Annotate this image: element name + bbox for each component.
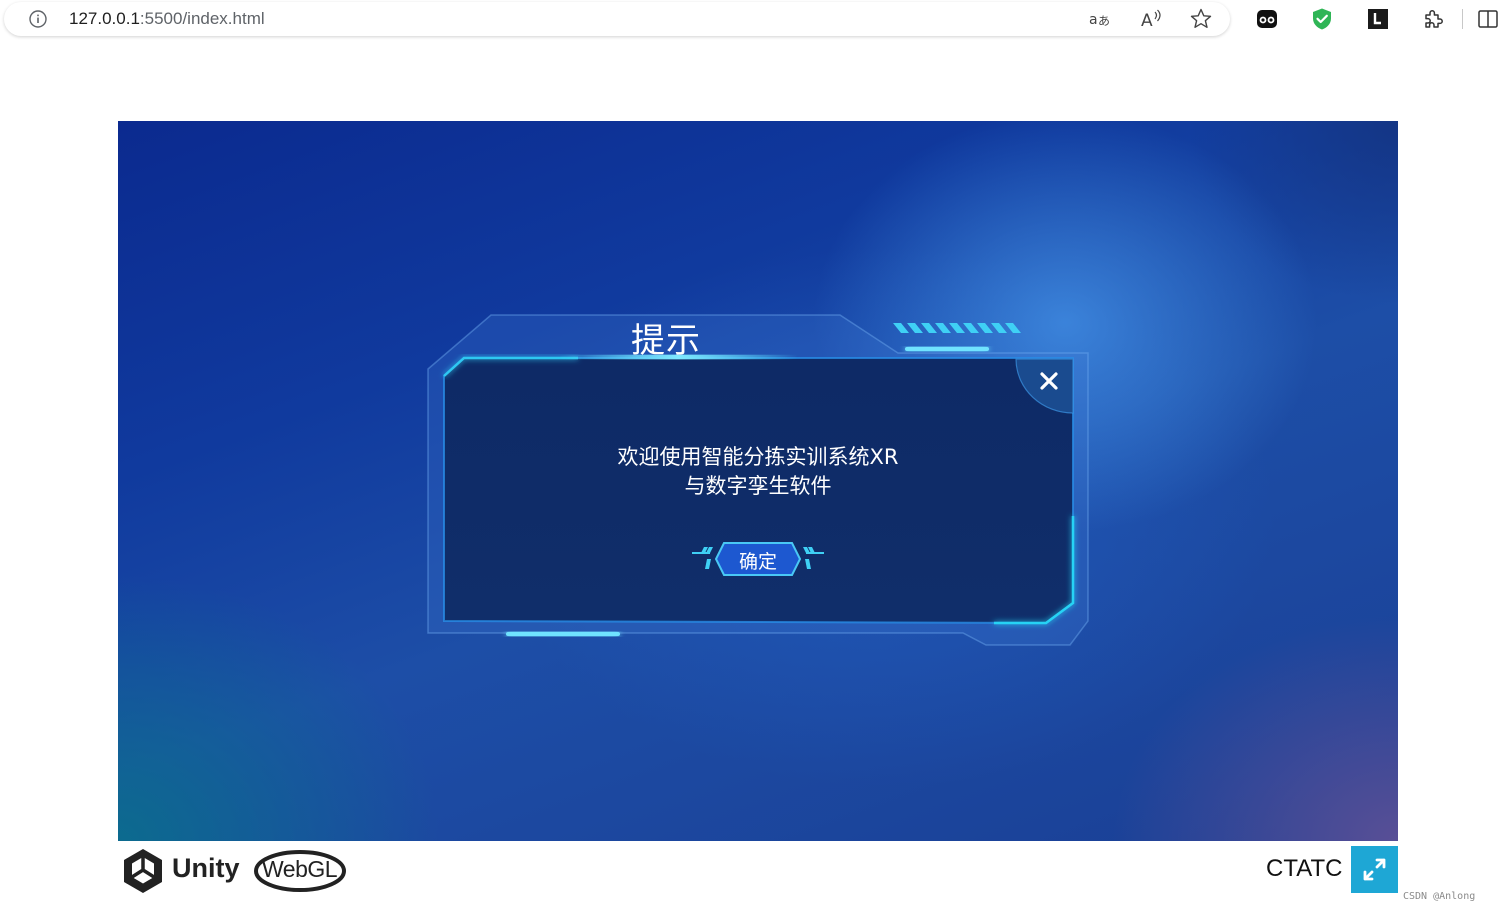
dialog-title: 提示 <box>631 321 701 361</box>
extension-shield-icon[interactable] <box>1310 7 1334 31</box>
close-icon <box>1040 372 1058 390</box>
favorite-star-icon[interactable] <box>1189 7 1213 31</box>
info-icon[interactable] <box>29 10 47 28</box>
split-screen-icon[interactable] <box>1476 7 1500 31</box>
dialog-message-line1: 欢迎使用智能分拣实训系统XR <box>617 445 899 469</box>
app-title: CTATC <box>1266 855 1343 882</box>
dialog-message-line2: 与数字孪生软件 <box>684 474 832 498</box>
close-button[interactable] <box>1018 357 1074 413</box>
read-aloud-icon[interactable]: A <box>1139 7 1163 31</box>
unity-canvas[interactable]: 提示 欢迎使用智能分拣实训系统XR 与数字孪生软件 确定 <box>118 121 1398 841</box>
fullscreen-expand-icon <box>1363 858 1386 881</box>
watermark: CSDN @Anlong <box>1403 891 1476 902</box>
extensions-puzzle-icon[interactable] <box>1421 7 1445 31</box>
url-host: 127.0.0.1 <box>69 9 140 28</box>
extension-l-icon[interactable] <box>1366 7 1390 31</box>
unity-label: Unity <box>172 853 240 883</box>
address-bar[interactable]: 127.0.0.1:5500/index.html <box>4 2 1230 36</box>
webgl-label: WebGL <box>262 856 338 882</box>
confirm-button[interactable]: 确定 <box>690 539 826 579</box>
toolbar-divider <box>1462 9 1463 29</box>
url-text[interactable]: 127.0.0.1:5500/index.html <box>69 9 265 29</box>
svg-text:a: a <box>1089 12 1098 28</box>
extension-panda-icon[interactable] <box>1255 7 1279 31</box>
url-path: :5500/index.html <box>139 9 265 28</box>
svg-text:あ: あ <box>1098 14 1110 28</box>
fullscreen-button[interactable] <box>1351 846 1398 893</box>
confirm-button-label: 确定 <box>738 551 777 573</box>
browser-toolbar: 127.0.0.1:5500/index.html a あ A <box>0 0 1500 38</box>
translate-icon[interactable]: a あ <box>1088 7 1112 31</box>
svg-text:A: A <box>1141 11 1153 31</box>
dialog-message: 欢迎使用智能分拣实训系统XR 与数字孪生软件 <box>458 443 1058 501</box>
